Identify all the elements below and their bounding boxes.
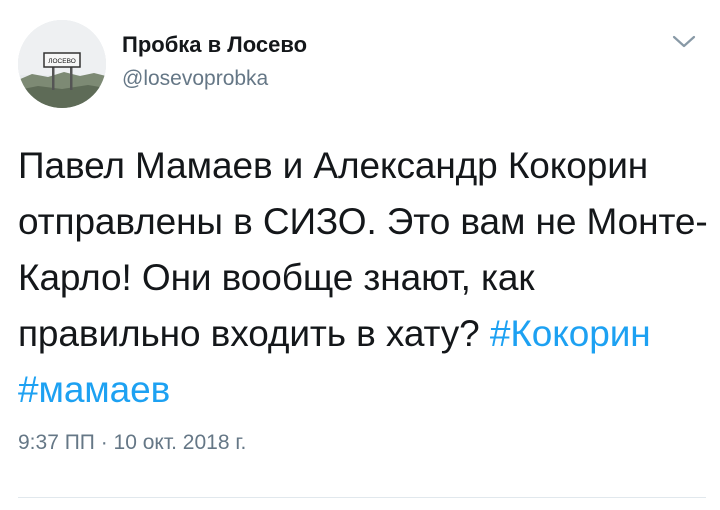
tweet-timestamp[interactable]: 9:37 ПП · 10 окт. 2018 г. (18, 431, 246, 455)
avatar-image: ЛОСЕВО (18, 20, 106, 108)
tweet-text: Павел Мамаев и Александр Кокорин отправл… (18, 138, 708, 418)
chevron-down-icon[interactable] (670, 32, 698, 52)
divider (18, 497, 706, 498)
tweet-card: ЛОСЕВО Пробка в Лосево @losevoprobka Пав… (0, 0, 720, 510)
author-handle[interactable]: @losevoprobka (122, 67, 268, 91)
hashtag-link[interactable]: #мамаев (18, 369, 170, 410)
hashtag-link[interactable]: #Кокорин (490, 313, 651, 354)
svg-text:ЛОСЕВО: ЛОСЕВО (48, 58, 76, 65)
avatar[interactable]: ЛОСЕВО (18, 20, 106, 108)
author-name[interactable]: Пробка в Лосево (122, 32, 307, 58)
